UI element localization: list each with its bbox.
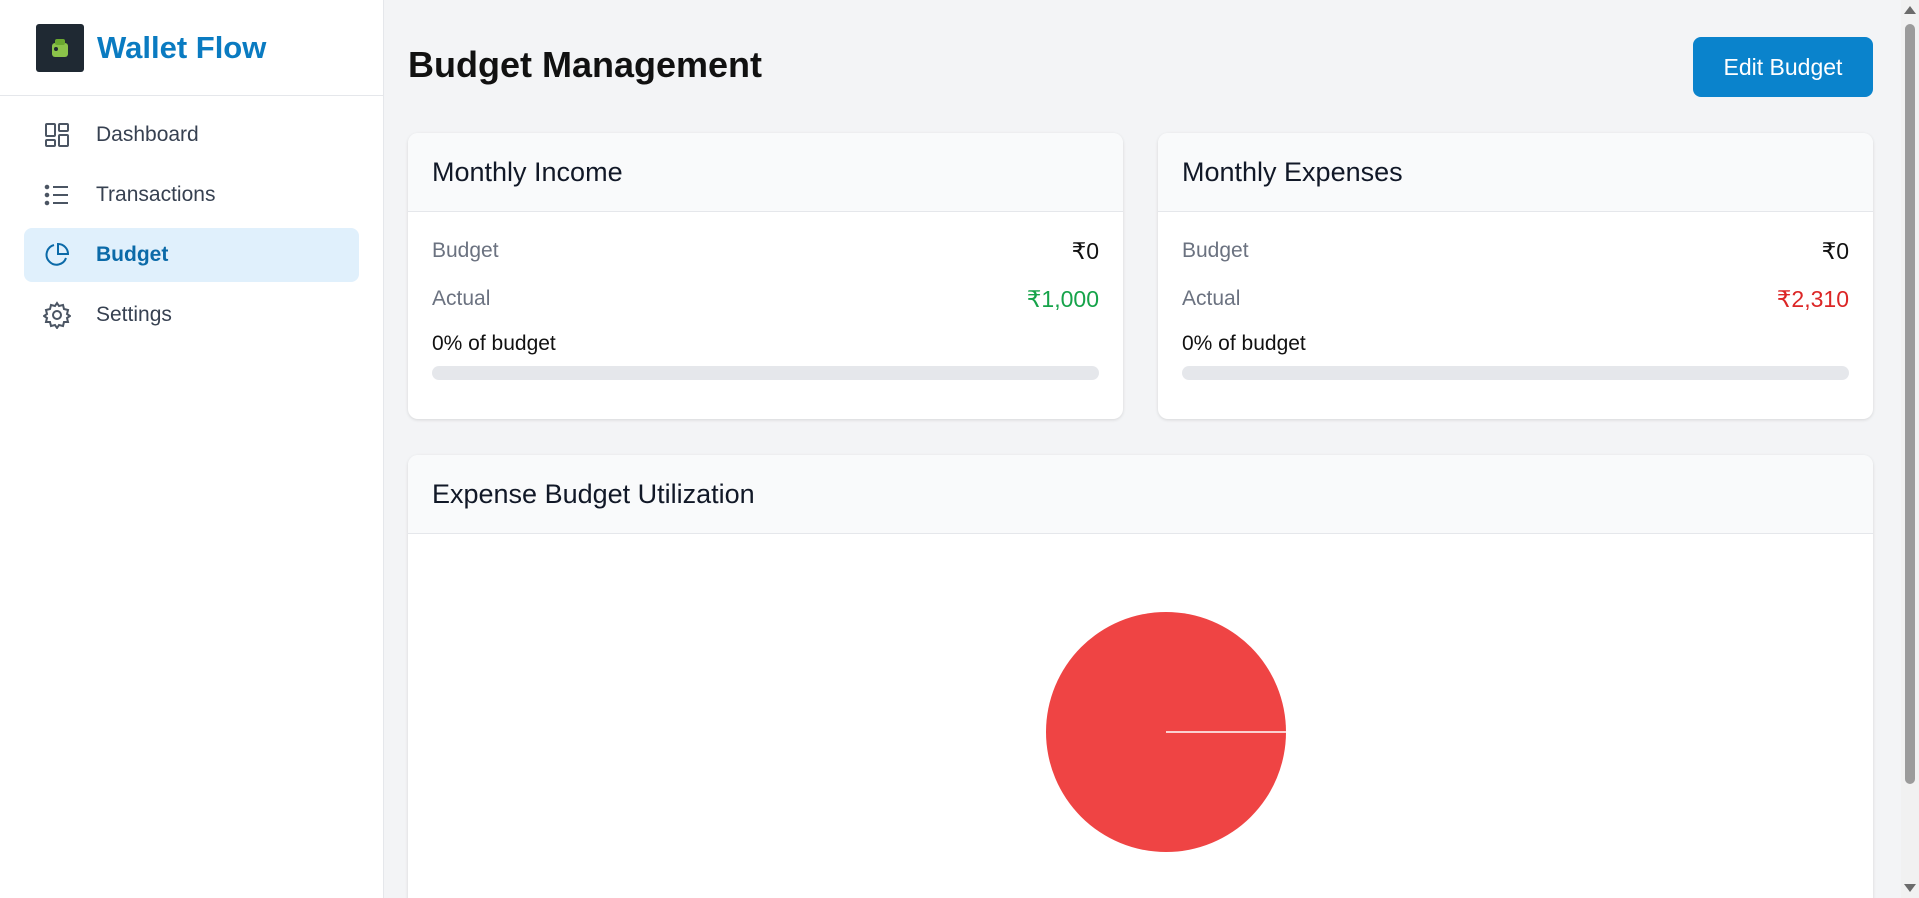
dashboard-icon <box>42 120 72 150</box>
sidebar-item-label: Transactions <box>96 183 216 206</box>
brand[interactable]: Wallet Flow <box>0 0 383 96</box>
percent-of-budget: 0% of budget <box>1182 332 1306 355</box>
sidebar-item-settings[interactable]: Settings <box>24 288 359 342</box>
pie-chart-icon <box>42 240 72 270</box>
scroll-up-arrow-icon[interactable] <box>1904 6 1916 14</box>
progress-bar <box>432 366 1099 380</box>
sidebar: Wallet Flow Dashboard Transactions Budge… <box>0 0 384 898</box>
card-title: Expense Budget Utilization <box>408 455 1873 534</box>
sidebar-item-label: Settings <box>96 303 172 326</box>
actual-value: ₹2,310 <box>1776 285 1849 312</box>
sidebar-item-dashboard[interactable]: Dashboard <box>24 108 359 162</box>
pie-chart-area <box>408 534 1873 898</box>
page-title: Budget Management <box>408 44 763 85</box>
app-title: Wallet Flow <box>97 29 267 65</box>
actual-label: Actual <box>1182 287 1241 310</box>
main-content: Budget Management Edit Budget Monthly In… <box>384 0 1919 898</box>
actual-label: Actual <box>432 287 491 310</box>
list-icon <box>42 180 72 210</box>
card-title: Monthly Expenses <box>1158 133 1873 212</box>
card-title: Monthly Income <box>408 133 1123 212</box>
pie-chart <box>1046 612 1286 852</box>
gear-icon <box>42 300 72 330</box>
actual-value: ₹1,000 <box>1026 285 1099 312</box>
sidebar-nav: Dashboard Transactions Budget Settings <box>0 96 383 360</box>
sidebar-item-transactions[interactable]: Transactions <box>24 168 359 222</box>
sidebar-item-label: Budget <box>96 243 169 266</box>
sidebar-item-budget[interactable]: Budget <box>24 228 359 282</box>
wallet-icon <box>36 23 84 72</box>
budget-value: ₹0 <box>1821 237 1849 264</box>
progress-bar <box>1182 366 1849 380</box>
expense-utilization-card: Expense Budget Utilization <box>408 455 1873 898</box>
scroll-down-arrow-icon[interactable] <box>1904 884 1916 892</box>
monthly-income-card: Monthly Income Budget ₹0 Actual ₹1,000 0… <box>408 133 1123 419</box>
edit-budget-button[interactable]: Edit Budget <box>1693 37 1873 97</box>
budget-label: Budget <box>1182 239 1249 262</box>
budget-label: Budget <box>432 239 499 262</box>
budget-value: ₹0 <box>1071 237 1099 264</box>
percent-of-budget: 0% of budget <box>432 332 556 355</box>
sidebar-item-label: Dashboard <box>96 123 199 146</box>
monthly-expenses-card: Monthly Expenses Budget ₹0 Actual ₹2,310… <box>1158 133 1873 419</box>
scroll-thumb[interactable] <box>1905 24 1915 784</box>
vertical-scrollbar[interactable] <box>1901 0 1919 898</box>
